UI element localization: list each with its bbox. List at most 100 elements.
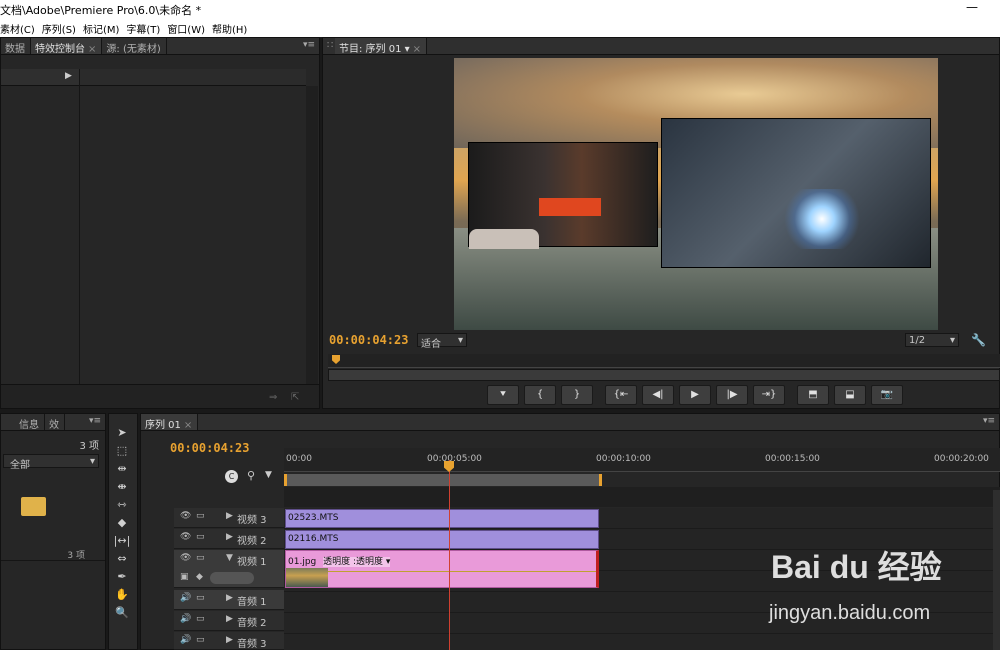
lock-icon[interactable]: ▭ — [196, 635, 205, 645]
panel-menu-icon[interactable]: ▾≡ — [983, 416, 995, 426]
project-tabbar: 信息效 ▾≡ — [1, 414, 105, 431]
step-back-button[interactable]: ◀| — [642, 385, 674, 405]
menu-marker[interactable]: 标记(M) — [83, 19, 126, 36]
lock-icon[interactable]: ▭ — [196, 553, 205, 563]
resolution-dropdown[interactable]: 1/2 ▾ — [905, 333, 959, 347]
opacity-line[interactable] — [286, 571, 596, 572]
ripple-edit-tool-icon[interactable]: ⇹ — [112, 460, 132, 477]
tab-program[interactable]: 节目: 序列 01 ▾ × — [335, 38, 428, 55]
close-icon[interactable]: × — [88, 44, 96, 55]
export-icon[interactable]: ⇱ — [291, 392, 299, 403]
play-button[interactable]: ▶ — [679, 385, 711, 405]
program-video-frame[interactable] — [454, 58, 938, 330]
eye-icon[interactable]: 👁 — [180, 553, 191, 563]
timeline-ruler[interactable]: 00:00 00:00:05:00 00:00:10:00 00:00:15:0… — [284, 448, 1000, 472]
lift-button[interactable]: ⬒ — [797, 385, 829, 405]
expand-arrow-icon[interactable]: ▶ — [226, 511, 233, 521]
menu-help[interactable]: 帮助(H) — [212, 19, 254, 36]
export-frame-button[interactable]: 📷 — [871, 385, 903, 405]
add-marker-button[interactable]: ⯆ — [487, 385, 519, 405]
project-filter-label: 全部 — [10, 460, 30, 471]
minimize-button[interactable]: — — [966, 0, 978, 14]
keyframe-display-icon[interactable]: ▣ — [180, 572, 189, 582]
pen-tool-icon[interactable]: ✒ — [112, 568, 132, 585]
tab-source[interactable]: 源: (无素材) — [102, 38, 167, 55]
expand-arrow-icon[interactable]: ▶ — [226, 532, 233, 542]
timeline-timecode[interactable]: 00:00:04:23 — [170, 441, 249, 455]
keyframe-slider[interactable] — [210, 572, 254, 584]
expand-arrow-icon[interactable]: ▶ — [226, 635, 233, 645]
fit-dropdown[interactable]: 适合 ▾ — [417, 333, 467, 350]
collapse-arrow-icon[interactable]: ▼ — [226, 553, 233, 563]
expand-arrow-icon[interactable]: ▶ — [226, 614, 233, 624]
mark-in-button[interactable]: { — [524, 385, 556, 405]
pip-welding-image[interactable] — [661, 118, 931, 268]
track-name-audio1: 音频 1 — [237, 597, 267, 608]
track-select-tool-icon[interactable]: ⬚ — [112, 442, 132, 459]
timeline-playhead[interactable] — [449, 460, 450, 650]
tab-effect-controls-label: 特效控制台 — [35, 44, 85, 55]
close-icon[interactable]: × — [413, 44, 421, 55]
folder-icon[interactable] — [21, 497, 46, 516]
snap-icon[interactable]: C — [225, 470, 238, 483]
wrench-icon[interactable]: 🔧 — [971, 333, 986, 347]
clip-video1[interactable]: 01.jpg 透明度 :透明度 ▾ — [285, 550, 599, 588]
menu-clip[interactable]: 素材(C) — [0, 19, 42, 36]
ruler-label-3: 00:00:15:00 — [765, 454, 820, 464]
program-mini-ruler[interactable] — [328, 354, 1000, 368]
expand-arrow-icon[interactable]: ▶ — [226, 593, 233, 603]
speaker-icon[interactable]: 🔊 — [180, 593, 191, 603]
tab-metadata[interactable]: 数据 — [1, 38, 31, 55]
zoom-tool-icon[interactable]: 🔍 — [112, 604, 132, 621]
effect-controls-scrollbar[interactable] — [306, 86, 318, 384]
rate-stretch-tool-icon[interactable]: ⇿ — [112, 496, 132, 513]
marker-icon[interactable]: ▼ — [265, 470, 272, 480]
extract-button[interactable]: ⬓ — [834, 385, 866, 405]
track-name-video3: 视频 3 — [237, 515, 267, 526]
panel-menu-icon[interactable]: ▾≡ — [303, 40, 315, 50]
watermark-url: jingyan.baidu.com — [769, 602, 931, 624]
eye-icon[interactable]: 👁 — [180, 511, 191, 521]
speaker-icon[interactable]: 🔊 — [180, 614, 191, 624]
razor-tool-icon[interactable]: ◆ — [112, 514, 132, 531]
program-zoom-bar[interactable] — [328, 369, 1000, 381]
speaker-icon[interactable]: 🔊 — [180, 635, 191, 645]
mark-out-button[interactable]: } — [561, 385, 593, 405]
opacity-dropdown[interactable]: 透明度 :透明度 ▾ — [323, 557, 391, 567]
lock-icon[interactable]: ▭ — [196, 614, 205, 624]
tab-sequence[interactable]: 序列 01 × — [141, 414, 199, 431]
menu-window[interactable]: 窗口(W) — [167, 19, 212, 36]
chevron-down-icon[interactable]: ▾ — [405, 44, 410, 55]
keyframe-nav-icon[interactable]: ◆ — [196, 572, 203, 582]
clip-video3[interactable]: 02523.MTS — [285, 509, 599, 528]
close-icon[interactable]: × — [184, 420, 192, 431]
hand-tool-icon[interactable]: ✋ — [112, 586, 132, 603]
rolling-edit-tool-icon[interactable]: ⇼ — [112, 478, 132, 495]
clip-video2[interactable]: 02116.MTS — [285, 530, 599, 549]
tab-effect-controls[interactable]: 特效控制台 × — [31, 38, 103, 55]
resolution-dropdown-label: 1/2 — [909, 335, 926, 346]
panel-menu-icon[interactable]: ▾≡ — [89, 416, 101, 426]
selection-tool-icon[interactable]: ➤ — [112, 424, 132, 441]
menu-title[interactable]: 字幕(T) — [126, 19, 167, 36]
grip-icon[interactable]: ∷ — [327, 40, 333, 51]
program-timecode[interactable]: 00:00:04:23 — [329, 333, 408, 347]
lock-icon[interactable]: ▭ — [196, 511, 205, 521]
slip-tool-icon[interactable]: |↔| — [112, 532, 132, 549]
tab-info[interactable]: 信息 — [1, 414, 45, 431]
lock-icon[interactable]: ▭ — [196, 593, 205, 603]
go-to-in-button[interactable]: {⇤ — [605, 385, 637, 405]
project-filter-dropdown[interactable]: 全部 ▾ — [3, 454, 99, 471]
step-forward-button[interactable]: |▶ — [716, 385, 748, 405]
menu-sequence[interactable]: 序列(S) — [42, 19, 83, 36]
go-to-out-button[interactable]: ⇥} — [753, 385, 785, 405]
slide-tool-icon[interactable]: ⇔ — [112, 550, 132, 567]
lock-icon[interactable]: ▭ — [196, 532, 205, 542]
pip-dashboard-image[interactable] — [468, 142, 658, 249]
eye-icon[interactable]: 👁 — [180, 532, 191, 542]
expand-arrow-icon[interactable]: ▶ — [65, 71, 72, 81]
filter-icon[interactable]: ⇒ — [269, 392, 277, 403]
work-area-bar[interactable] — [284, 474, 602, 486]
tab-effects[interactable]: 效 — [45, 414, 65, 431]
set-marker-icon[interactable]: ⚲ — [247, 469, 255, 482]
